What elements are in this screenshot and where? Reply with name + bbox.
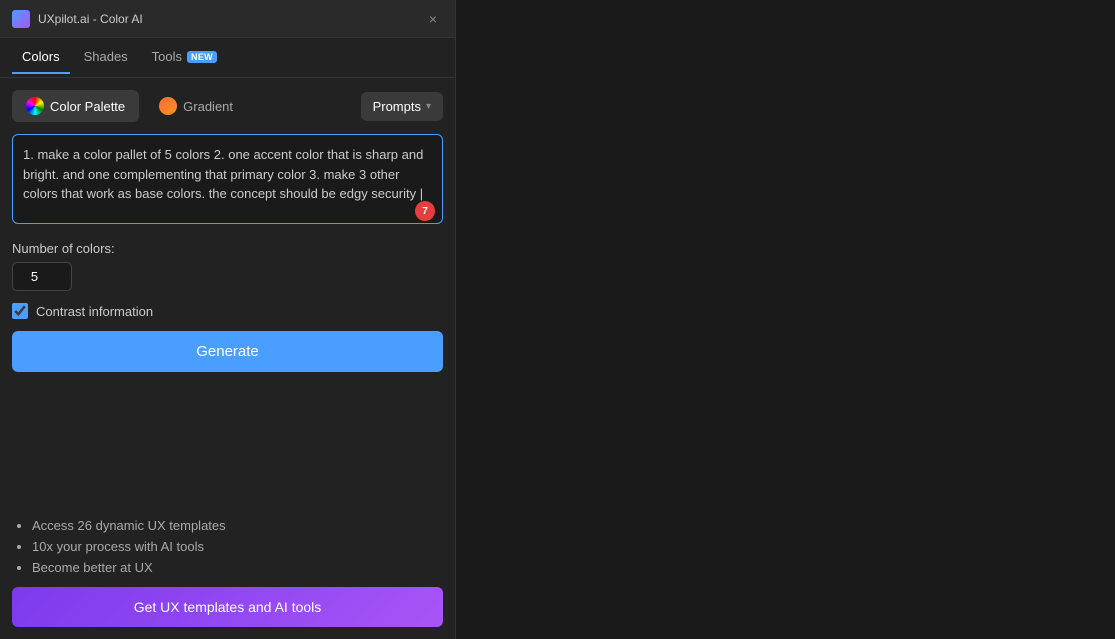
contrast-checkbox[interactable] <box>12 303 28 319</box>
color-palette-button[interactable]: Color Palette <box>12 90 139 122</box>
tab-tools[interactable]: Tools NEW <box>142 41 227 74</box>
tab-colors[interactable]: Colors <box>12 41 70 74</box>
generate-button[interactable]: Generate <box>12 331 443 372</box>
contrast-info-row: Contrast information <box>12 303 443 319</box>
number-of-colors-label: Number of colors: <box>12 241 443 256</box>
number-of-colors-input[interactable] <box>12 262 72 291</box>
upgrade-button[interactable]: Get UX templates and AI tools <box>12 587 443 627</box>
mode-buttons: Color Palette Gradient <box>12 90 353 122</box>
feature-item-2: 10x your process with AI tools <box>32 539 443 554</box>
color-palette-icon <box>26 97 44 115</box>
prompt-textarea-wrapper: 1. make a color pallet of 5 colors 2. on… <box>12 134 443 229</box>
prompt-textarea[interactable]: 1. make a color pallet of 5 colors 2. on… <box>12 134 443 224</box>
char-count-badge: 7 <box>415 201 435 221</box>
new-badge: NEW <box>187 51 217 63</box>
chevron-down-icon: ▾ <box>426 101 431 112</box>
features-list: Access 26 dynamic UX templates 10x your … <box>12 518 443 575</box>
title-bar: UXpilot.ai - Color AI × <box>0 0 455 38</box>
close-button[interactable]: × <box>423 9 443 29</box>
prompts-dropdown[interactable]: Prompts ▾ <box>361 92 443 121</box>
feature-item-3: Become better at UX <box>32 560 443 575</box>
gradient-button[interactable]: Gradient <box>145 90 247 122</box>
feature-item-1: Access 26 dynamic UX templates <box>32 518 443 533</box>
nav-tabs: Colors Shades Tools NEW <box>0 38 455 78</box>
contrast-label: Contrast information <box>36 304 153 319</box>
app-title: UXpilot.ai - Color AI <box>38 12 143 26</box>
number-of-colors-section: Number of colors: <box>12 241 443 291</box>
tab-shades[interactable]: Shades <box>74 41 138 74</box>
gradient-icon <box>159 97 177 115</box>
content-area: Color Palette Gradient Prompts ▾ 1. make… <box>0 78 455 639</box>
mode-button-row: Color Palette Gradient Prompts ▾ <box>12 90 443 122</box>
app-icon <box>12 10 30 28</box>
